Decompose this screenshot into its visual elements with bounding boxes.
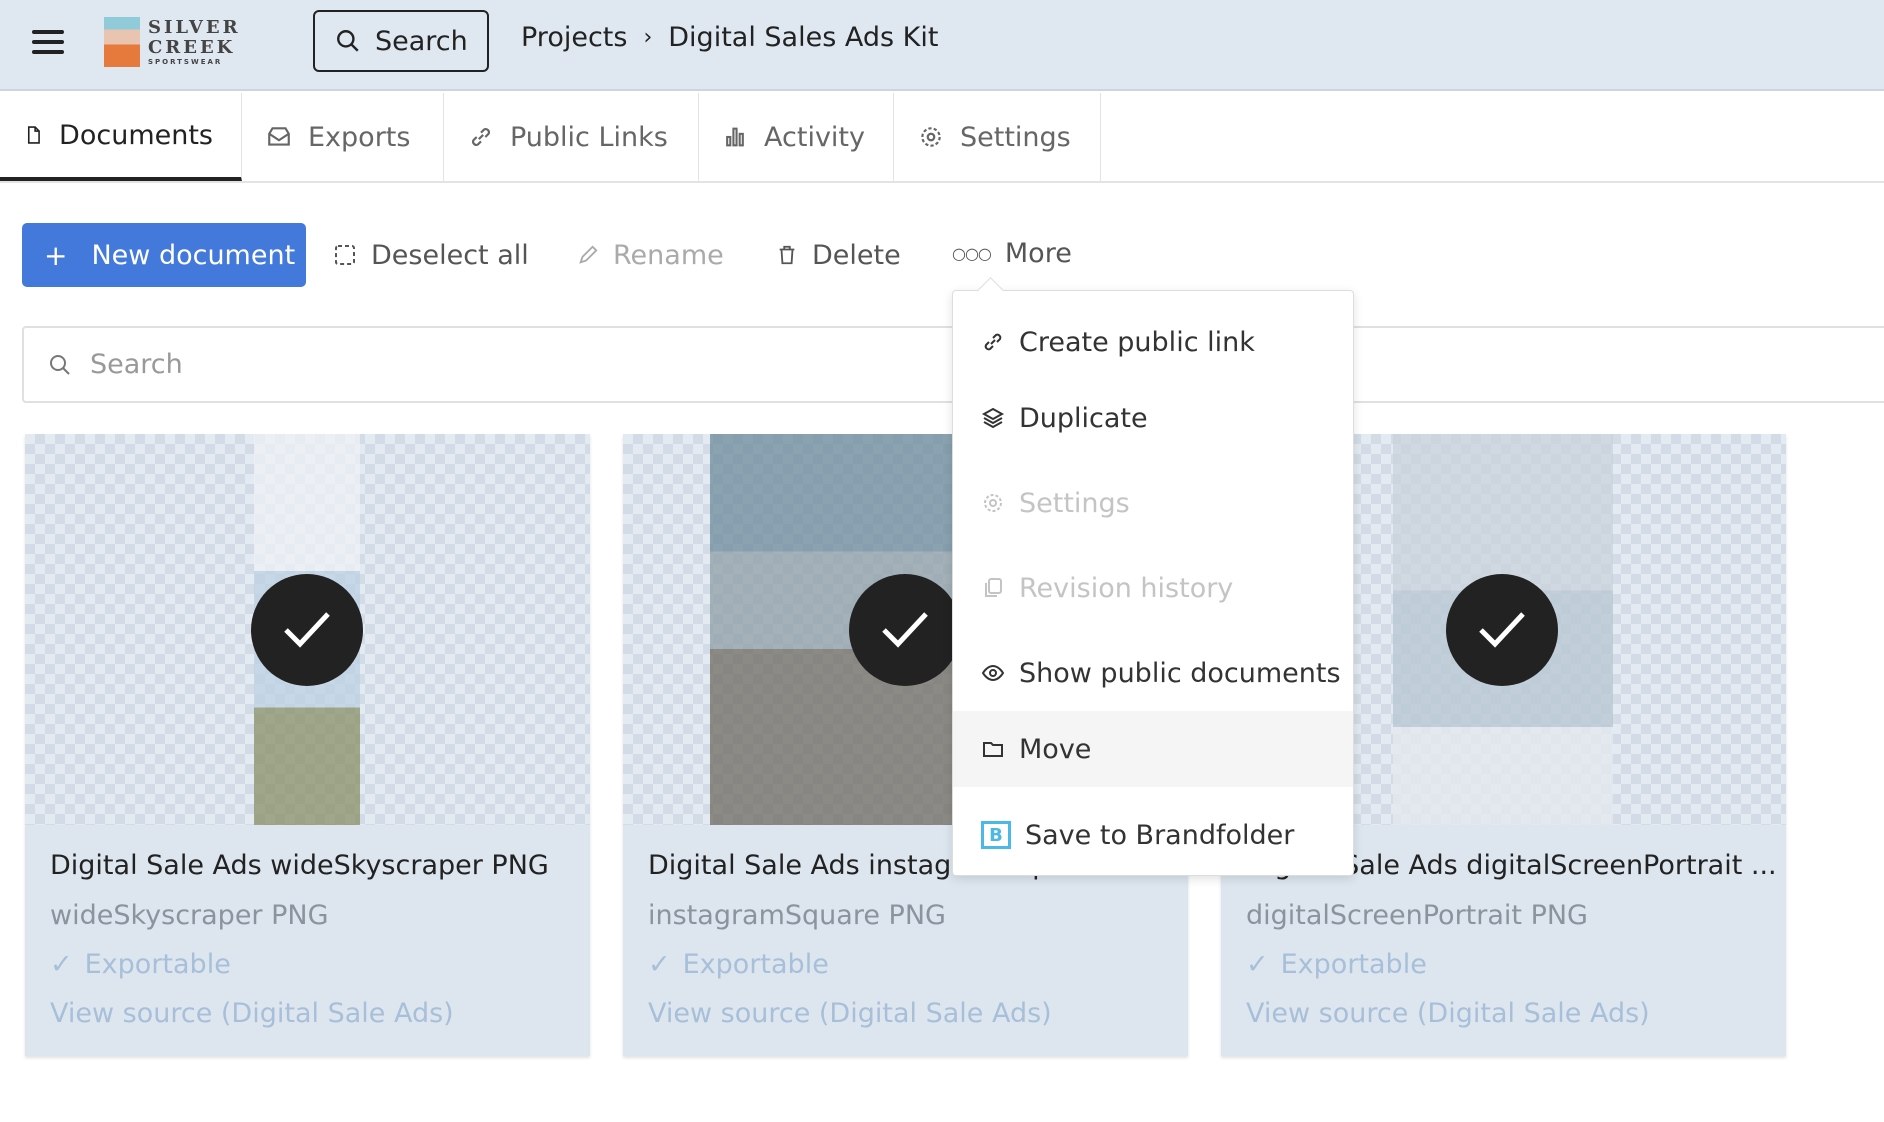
tab-activity[interactable]: Activity xyxy=(699,93,894,181)
rename-label: Rename xyxy=(613,239,724,271)
hamburger-menu-icon[interactable] xyxy=(32,30,64,54)
exportable-status: ✓ Exportable xyxy=(1246,949,1427,980)
bar-chart-icon xyxy=(726,127,744,147)
exportable-status: ✓ Exportable xyxy=(50,949,231,980)
tab-documents[interactable]: Documents xyxy=(0,93,242,181)
view-source-link[interactable]: View source (Digital Sale Ads) xyxy=(1246,998,1650,1029)
inbox-icon xyxy=(268,127,290,146)
global-search-button[interactable]: Search xyxy=(313,10,489,72)
menu-item-duplicate[interactable]: Duplicate xyxy=(953,381,1353,455)
tab-label: Activity xyxy=(764,121,865,153)
top-header: SILVER CREEK SPORTSWEAR Search Projects ›… xyxy=(0,0,1884,91)
link-icon xyxy=(984,333,1002,351)
document-thumbnail xyxy=(25,434,590,825)
document-card[interactable]: Digital Sale Ads wideSkyscraper PNG wide… xyxy=(25,434,590,1056)
status-label: Exportable xyxy=(682,949,829,980)
plus-icon: + xyxy=(44,238,68,272)
search-label: Search xyxy=(375,25,468,57)
menu-item-save-to-brandfolder[interactable]: B Save to Brandfolder xyxy=(953,798,1353,872)
tab-label: Settings xyxy=(960,121,1071,153)
layers-icon xyxy=(981,407,1005,429)
folder-icon xyxy=(983,742,1003,757)
brand-logo[interactable]: SILVER CREEK SPORTSWEAR xyxy=(104,14,284,70)
breadcrumb-separator: › xyxy=(643,25,653,50)
gear-icon xyxy=(984,494,1002,512)
more-button[interactable]: ○○○ More xyxy=(952,221,1072,285)
search-icon xyxy=(337,30,359,52)
rename-button[interactable]: Rename xyxy=(577,223,724,287)
search-placeholder: Search xyxy=(90,349,183,380)
delete-label: Delete xyxy=(812,239,901,271)
menu-label: Create public link xyxy=(1019,326,1255,358)
card-subtitle: digitalScreenPortrait PNG xyxy=(1246,900,1588,931)
menu-item-show-public-documents[interactable]: Show public documents xyxy=(953,636,1353,710)
breadcrumb: Projects › Digital Sales Ads Kit xyxy=(521,22,938,53)
view-source-link[interactable]: View source (Digital Sale Ads) xyxy=(50,998,454,1029)
tab-label: Public Links xyxy=(510,121,668,153)
ellipsis-icon: ○○○ xyxy=(952,243,992,263)
breadcrumb-current: Digital Sales Ads Kit xyxy=(668,22,939,53)
check-icon: ✓ xyxy=(1246,949,1269,980)
card-title: Digital Sale Ads wideSkyscraper PNG xyxy=(50,850,549,881)
deselect-all-button[interactable]: Deselect all xyxy=(333,223,529,287)
eye-icon xyxy=(981,664,1005,682)
copy-icon xyxy=(985,578,1002,597)
logo-name: SILVER CREEK xyxy=(147,16,241,58)
menu-item-create-public-link[interactable]: Create public link xyxy=(953,305,1353,379)
selected-check-icon[interactable] xyxy=(1446,574,1558,686)
selected-check-icon[interactable] xyxy=(251,574,363,686)
more-label: More xyxy=(1004,237,1072,269)
brandfolder-icon: B xyxy=(981,821,1011,849)
card-subtitle: wideSkyscraper PNG xyxy=(50,900,329,931)
more-dropdown-menu: Create public link Duplicate Settings Re… xyxy=(952,290,1354,876)
trash-icon xyxy=(779,245,795,265)
check-icon: ✓ xyxy=(648,949,671,980)
new-document-button[interactable]: + New document xyxy=(22,223,306,287)
selected-check-icon[interactable] xyxy=(849,574,961,686)
menu-label: Show public documents xyxy=(1019,657,1341,689)
menu-label: Duplicate xyxy=(1019,402,1148,434)
link-icon xyxy=(472,128,490,146)
menu-label: Move xyxy=(1019,733,1092,765)
menu-label: Settings xyxy=(1019,487,1130,519)
pencil-icon xyxy=(579,245,598,264)
tab-public-links[interactable]: Public Links xyxy=(444,93,699,181)
search-icon xyxy=(50,354,70,375)
menu-item-settings[interactable]: Settings xyxy=(953,466,1353,540)
tab-exports[interactable]: Exports xyxy=(242,93,444,181)
delete-button[interactable]: Delete xyxy=(776,223,901,287)
breadcrumb-projects[interactable]: Projects xyxy=(521,22,627,53)
view-source-link[interactable]: View source (Digital Sale Ads) xyxy=(648,998,1052,1029)
document-icon xyxy=(27,126,40,144)
menu-label: Revision history xyxy=(1019,572,1234,604)
tab-label: Documents xyxy=(59,119,213,151)
logo-mark xyxy=(104,17,140,67)
deselect-icon xyxy=(335,245,355,265)
status-label: Exportable xyxy=(84,949,231,980)
menu-item-revision-history[interactable]: Revision history xyxy=(953,551,1353,625)
tab-settings[interactable]: Settings xyxy=(894,93,1101,181)
status-label: Exportable xyxy=(1280,949,1427,980)
deselect-all-label: Deselect all xyxy=(371,239,529,271)
new-document-label: New document xyxy=(91,239,296,271)
gear-icon xyxy=(921,127,941,147)
check-icon: ✓ xyxy=(50,949,73,980)
logo-text: SILVER CREEK SPORTSWEAR xyxy=(147,16,284,67)
card-subtitle: instagramSquare PNG xyxy=(648,900,946,931)
tab-label: Exports xyxy=(308,121,411,153)
exportable-status: ✓ Exportable xyxy=(648,949,829,980)
logo-sub: SPORTSWEAR xyxy=(147,57,223,66)
menu-label: Save to Brandfolder xyxy=(1025,819,1295,851)
tab-bar: Documents Exports Public Links Activity … xyxy=(0,93,1884,183)
menu-item-move[interactable]: Move xyxy=(953,711,1353,787)
